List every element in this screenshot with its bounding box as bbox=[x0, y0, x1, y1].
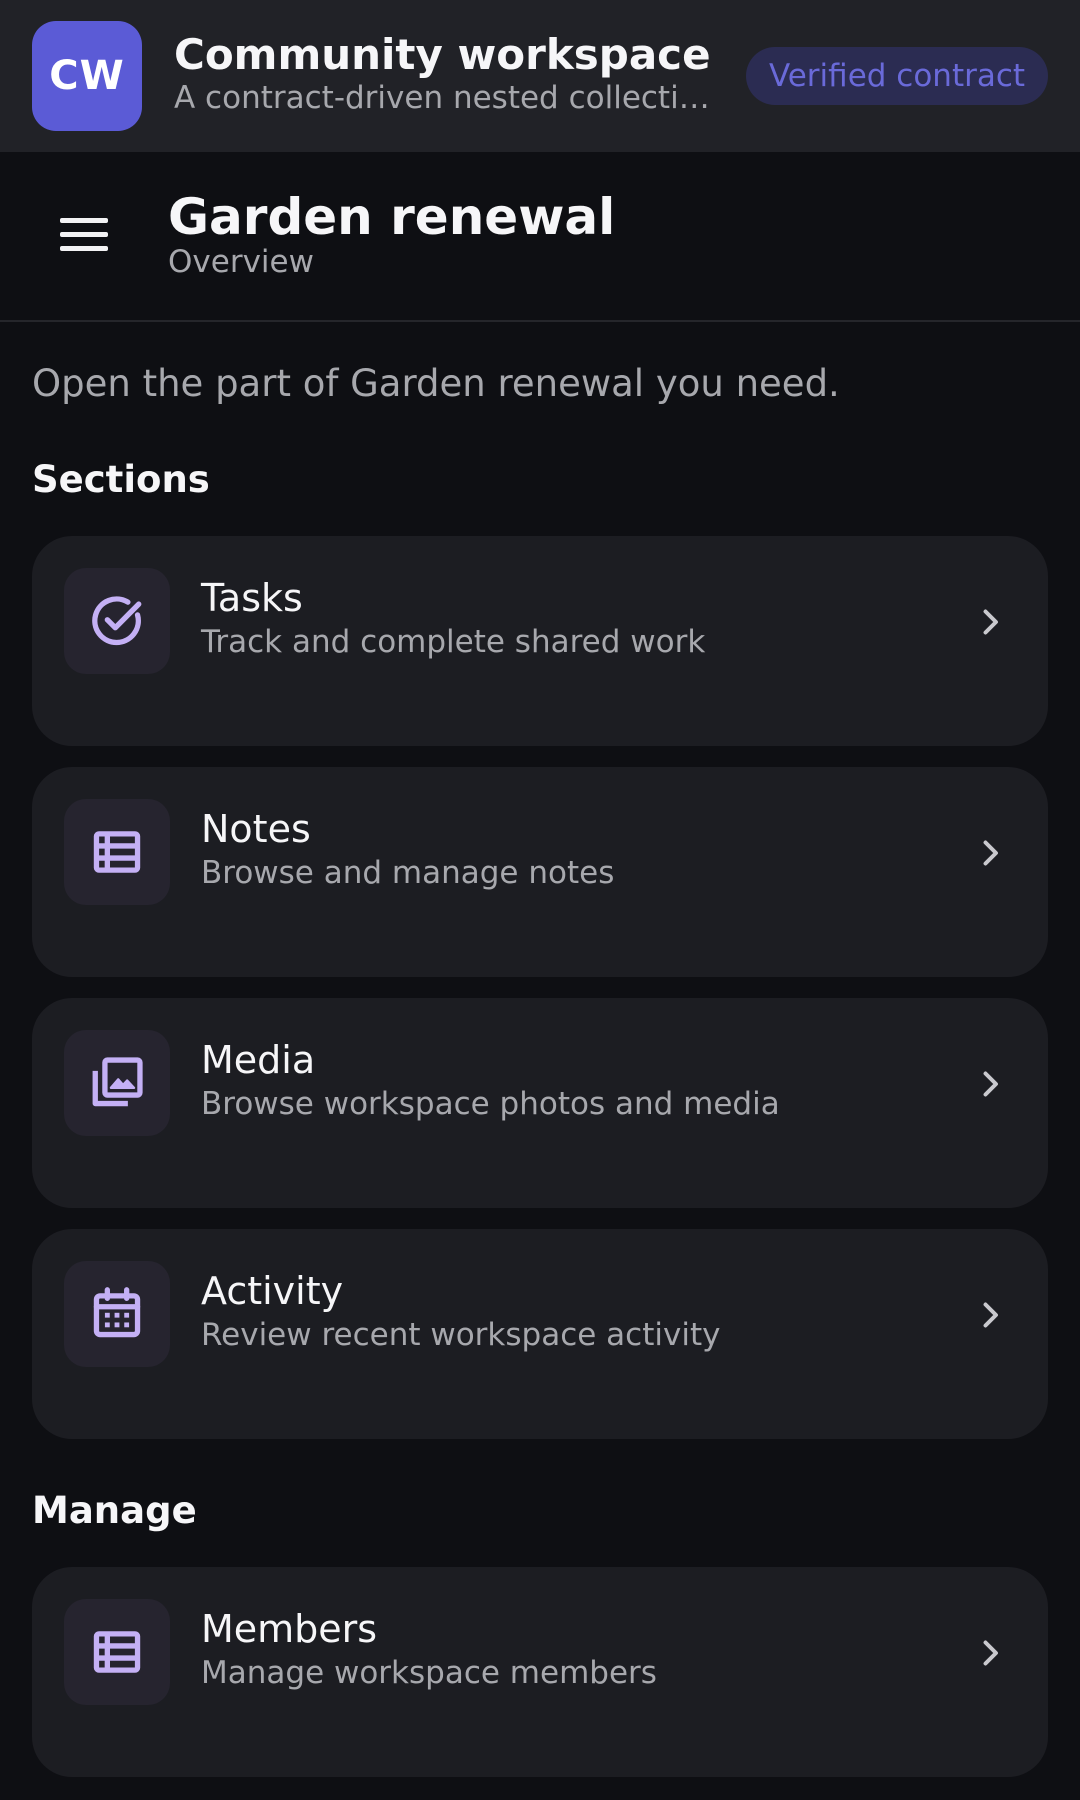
card-description: Track and complete shared work bbox=[201, 624, 706, 660]
chevron-right-icon bbox=[983, 1302, 998, 1328]
card-title: Media bbox=[201, 1038, 316, 1082]
page-title: Garden renewal bbox=[168, 188, 616, 246]
chevron-right-icon bbox=[983, 840, 998, 866]
chevron-right-icon bbox=[983, 1640, 998, 1666]
card-title: Activity bbox=[201, 1269, 344, 1313]
card-notes[interactable]: Notes Browse and manage notes bbox=[32, 767, 1048, 977]
sections-heading: Sections bbox=[32, 458, 210, 501]
card-tasks[interactable]: Tasks Track and complete shared work bbox=[32, 536, 1048, 746]
card-title: Tasks bbox=[201, 576, 303, 620]
intro-text: Open the part of Garden renewal you need… bbox=[32, 362, 840, 405]
page-header: Garden renewal Overview bbox=[0, 152, 1080, 322]
calendar-icon bbox=[93, 1287, 141, 1338]
chevron-right-icon bbox=[983, 609, 998, 635]
list-icon bbox=[93, 831, 141, 873]
card-media[interactable]: Media Browse workspace photos and media bbox=[32, 998, 1048, 1208]
card-description: Review recent workspace activity bbox=[201, 1317, 721, 1353]
card-title: Members bbox=[201, 1607, 378, 1651]
verified-contract-badge: Verified contract bbox=[746, 47, 1048, 105]
card-description: Browse and manage notes bbox=[201, 855, 615, 891]
menu-icon bbox=[60, 217, 108, 223]
list-icon bbox=[93, 1631, 141, 1673]
card-description: Browse workspace photos and media bbox=[201, 1086, 780, 1122]
workspace-subtitle: A contract-driven nested collection work… bbox=[174, 80, 714, 116]
chevron-right-icon bbox=[983, 1071, 998, 1097]
app-bar: CW Community workspace A contract-driven… bbox=[0, 0, 1080, 152]
card-members[interactable]: Members Manage workspace members bbox=[32, 1567, 1048, 1777]
photo-library-icon bbox=[92, 1057, 143, 1107]
workspace-title: Community workspace bbox=[174, 30, 711, 79]
card-description: Manage workspace members bbox=[201, 1655, 657, 1691]
card-activity[interactable]: Activity Review recent workspace activit… bbox=[32, 1229, 1048, 1439]
manage-heading: Manage bbox=[32, 1489, 197, 1532]
page-subtitle: Overview bbox=[168, 244, 314, 280]
menu-button[interactable] bbox=[44, 194, 124, 274]
card-title: Notes bbox=[201, 807, 311, 851]
workspace-logo: CW bbox=[32, 21, 142, 131]
check-circle-icon bbox=[92, 596, 142, 646]
